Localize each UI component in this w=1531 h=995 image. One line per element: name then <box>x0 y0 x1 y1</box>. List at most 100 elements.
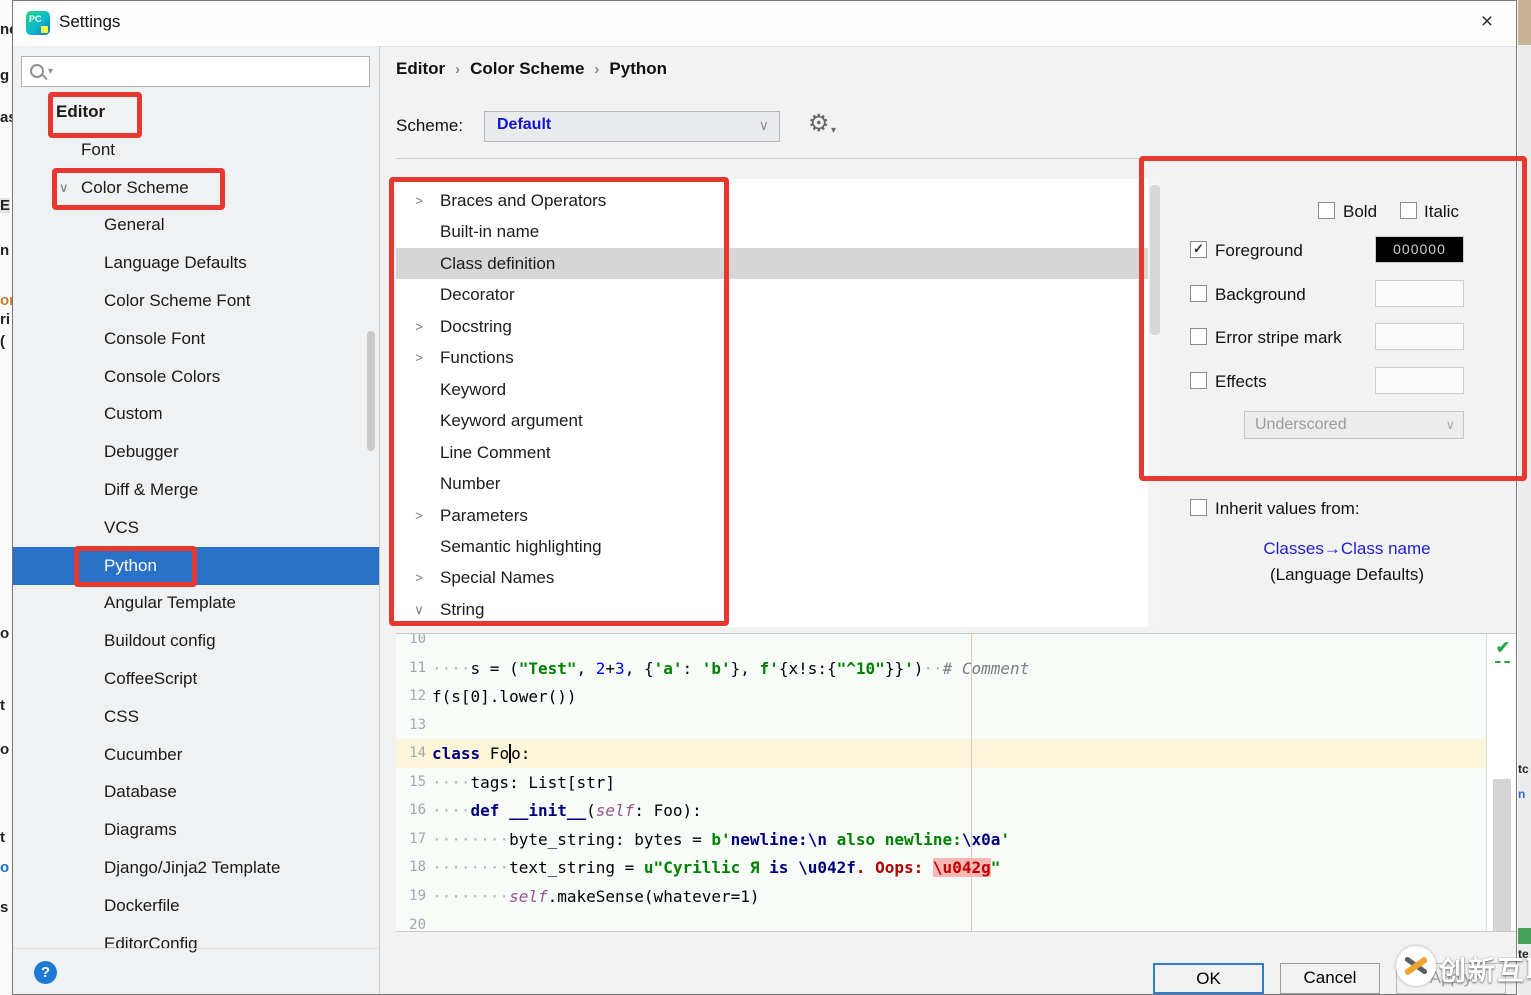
chevron-right-icon: > <box>408 342 430 373</box>
code-token: newline:\n <box>731 830 827 849</box>
sidebar-item-label: Dockerfile <box>104 896 180 915</box>
code-token: self <box>509 887 548 906</box>
ok-button[interactable]: OK <box>1153 963 1264 994</box>
code-token: class <box>432 744 480 763</box>
code-token: .makeSense(whatever=1) <box>548 887 760 906</box>
attribute-item-decorator[interactable]: Decorator <box>396 279 1162 310</box>
sidebar-item-color-scheme[interactable]: ∨Color Scheme <box>13 169 379 207</box>
sidebar-item-debugger[interactable]: Debugger <box>13 433 379 471</box>
code-token: \u042f <box>798 858 856 877</box>
line-number: 20 <box>396 911 426 933</box>
breadcrumb-item-editor[interactable]: Editor <box>396 59 445 78</box>
sidebar-item-editor[interactable]: Editor <box>13 93 379 131</box>
code-scrollbar[interactable] <box>1493 779 1511 932</box>
sidebar-item-diff-merge[interactable]: Diff & Merge <box>13 471 379 509</box>
attribute-item-label: Number <box>440 474 500 493</box>
code-token: ) <box>914 659 924 678</box>
cancel-button[interactable]: Cancel <box>1280 963 1380 994</box>
background-window-fragment: E <box>0 198 10 213</box>
scheme-dropdown[interactable]: Default ∨ <box>484 111 780 142</box>
attribute-item-functions[interactable]: >Functions <box>396 342 1162 373</box>
breadcrumb-item-color-scheme[interactable]: Color Scheme <box>470 59 584 78</box>
background-fragment <box>1518 928 1531 944</box>
chevron-right-icon: > <box>408 562 430 593</box>
pycharm-icon-label: PC <box>29 14 42 24</box>
sidebar-item-console-font[interactable]: Console Font <box>13 320 379 358</box>
sidebar-item-custom[interactable]: Custom <box>13 395 379 433</box>
attribute-item-label: Keyword argument <box>440 411 583 430</box>
inherit-source-link[interactable]: Classes→Class name <box>1202 539 1492 559</box>
code-token: s = ( <box>471 659 519 678</box>
sidebar-item-database[interactable]: Database <box>13 773 379 811</box>
sidebar-item-language-defaults[interactable]: Language Defaults <box>13 244 379 282</box>
error-stripe-mark-color-field[interactable] <box>1375 323 1464 350</box>
pycharm-icon-accent <box>41 26 48 33</box>
sidebar-item-label: Console Font <box>104 329 205 348</box>
foreground-checkbox[interactable]: ✓ <box>1190 241 1207 258</box>
code-preview[interactable]: 1011····s = ("Test", 2+3, {'a': 'b'}, f'… <box>396 633 1516 932</box>
attribute-item-semantic-highlighting[interactable]: Semantic highlighting <box>396 531 1162 562</box>
sidebar-item-dockerfile[interactable]: Dockerfile <box>13 887 379 925</box>
attribute-item-docstring[interactable]: >Docstring <box>396 311 1162 342</box>
effects-type-dropdown[interactable]: Underscored ∨ <box>1244 411 1464 439</box>
chevron-down-icon: ∨ <box>59 169 69 207</box>
error-stripe-mark-checkbox[interactable] <box>1190 328 1207 345</box>
attribute-item-line-comment[interactable]: Line Comment <box>396 437 1162 468</box>
sidebar-item-django-jinja2-template[interactable]: Django/Jinja2 Template <box>13 849 379 887</box>
attribute-item-string[interactable]: ∨String <box>396 594 1162 625</box>
search-input[interactable] <box>62 59 366 86</box>
attribute-item-keyword-argument[interactable]: Keyword argument <box>396 405 1162 436</box>
chevron-right-icon: > <box>408 311 430 342</box>
sidebar-item-vcs[interactable]: VCS <box>13 509 379 547</box>
sidebar-item-coffeescript[interactable]: CoffeeScript <box>13 660 379 698</box>
attribute-item-class-definition[interactable]: Class definition <box>396 248 1162 279</box>
sidebar-item-label: CoffeeScript <box>104 669 197 688</box>
code-line-16: ····def __init__(self: Foo): <box>432 796 702 825</box>
search-box[interactable]: ▾ <box>21 56 370 87</box>
attribute-item-built-in-name[interactable]: Built-in name <box>396 216 1162 247</box>
sidebar-item-cucumber[interactable]: Cucumber <box>13 736 379 774</box>
code-token: 2 <box>596 659 606 678</box>
sidebar-item-diagrams[interactable]: Diagrams <box>13 811 379 849</box>
code-token: ' <box>904 659 914 678</box>
attribute-item-parameters[interactable]: >Parameters <box>396 500 1162 531</box>
close-icon[interactable]: × <box>1474 9 1500 35</box>
sidebar-item-angular-template[interactable]: Angular Template <box>13 584 379 622</box>
gear-icon[interactable]: ⚙ <box>808 109 830 138</box>
effects-color-field[interactable] <box>1375 367 1464 394</box>
inherit-checkbox[interactable] <box>1190 499 1207 516</box>
attribute-item-special-names[interactable]: >Special Names <box>396 562 1162 593</box>
help-icon[interactable]: ? <box>34 961 57 984</box>
sidebar-item-python[interactable]: Python <box>13 547 379 585</box>
sidebar-item-console-colors[interactable]: Console Colors <box>13 358 379 396</box>
line-number: 10 <box>396 633 426 654</box>
divider <box>13 948 379 949</box>
code-token: # Comment <box>943 659 1030 678</box>
italic-checkbox[interactable] <box>1400 202 1417 219</box>
attribute-list-scrollbar[interactable] <box>1150 185 1160 335</box>
sidebar-item-label: Database <box>104 782 177 801</box>
title-bar: PC Settings × <box>13 1 1516 47</box>
bold-checkbox[interactable] <box>1318 202 1335 219</box>
code-token: + <box>605 659 615 678</box>
foreground-color-field[interactable]: 000000 <box>1375 236 1464 263</box>
code-token: ···· <box>432 659 471 678</box>
background-color-field[interactable] <box>1375 280 1464 307</box>
sidebar-scrollbar[interactable] <box>367 331 375 451</box>
sidebar-item-font[interactable]: Font <box>13 131 379 169</box>
sidebar-item-editorconfig[interactable]: EditorConfig <box>13 925 379 963</box>
sidebar-item-buildout-config[interactable]: Buildout config <box>13 622 379 660</box>
attribute-item-keyword[interactable]: Keyword <box>396 374 1162 405</box>
background-checkbox[interactable] <box>1190 285 1207 302</box>
attribute-item-braces-and-operators[interactable]: >Braces and Operators <box>396 185 1162 216</box>
sidebar-item-general[interactable]: General <box>13 206 379 244</box>
effects-checkbox[interactable] <box>1190 372 1207 389</box>
breadcrumb-item-python[interactable]: Python <box>609 59 667 78</box>
code-token: text_string = <box>509 858 644 877</box>
sidebar-item-label: Color Scheme Font <box>104 291 250 310</box>
sidebar-item-color-scheme-font[interactable]: Color Scheme Font <box>13 282 379 320</box>
attribute-item-label: Class definition <box>440 254 555 273</box>
inherit-source-scheme: (Language Defaults) <box>1202 565 1492 585</box>
sidebar-item-css[interactable]: CSS <box>13 698 379 736</box>
attribute-item-number[interactable]: Number <box>396 468 1162 499</box>
